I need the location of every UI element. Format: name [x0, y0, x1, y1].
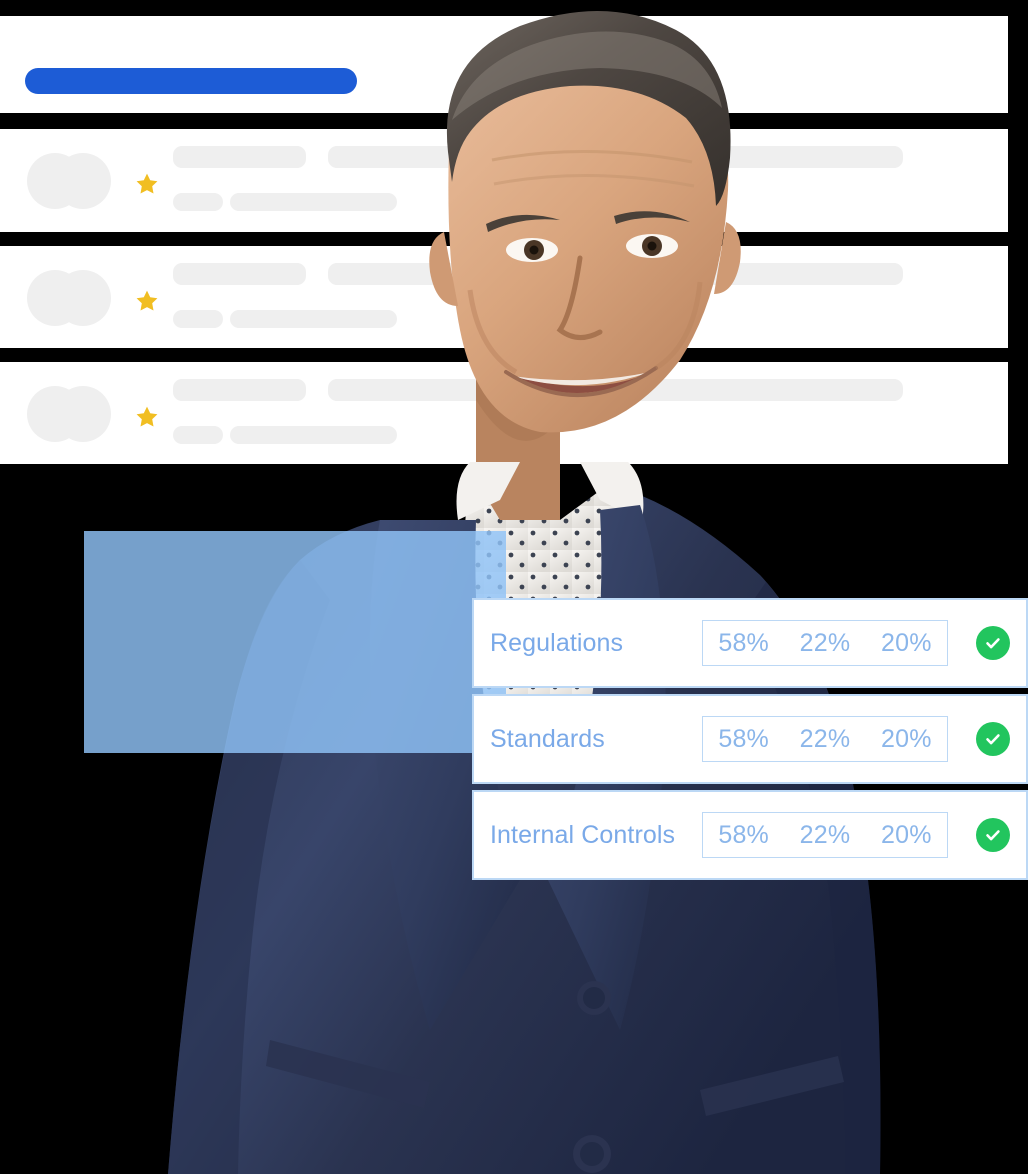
skeleton-row-inner: [0, 129, 1008, 232]
metric-value: 20%: [881, 628, 932, 657]
skeleton-line: [328, 146, 903, 168]
avatar-circle: [55, 386, 111, 442]
skeleton-line: [173, 263, 306, 285]
metric-values-box: 58% 22% 20%: [702, 812, 948, 858]
metric-value: 22%: [799, 628, 851, 657]
metric-label: Standards: [490, 724, 605, 753]
metric-card-standards[interactable]: Standards 58% 22% 20%: [472, 694, 1028, 784]
metric-value: 58%: [718, 820, 769, 849]
metric-value: 58%: [718, 724, 769, 753]
blue-pill-bar: [25, 68, 357, 94]
skeleton-line: [328, 263, 903, 285]
illustration-stage: Regulations 58% 22% 20% Standards 58% 22…: [0, 0, 1028, 1174]
metric-card-regulations[interactable]: Regulations 58% 22% 20%: [472, 598, 1028, 688]
skeleton-row-inner: [0, 362, 1008, 464]
metric-card-internal-controls[interactable]: Internal Controls 58% 22% 20%: [472, 790, 1028, 880]
skeleton-line: [173, 193, 223, 211]
skeleton-line: [230, 310, 397, 328]
star-icon: [135, 289, 159, 313]
avatar-circle: [55, 270, 111, 326]
skeleton-line: [328, 379, 903, 401]
blue-accent-rectangle: [84, 531, 506, 753]
skeleton-line: [173, 426, 223, 444]
skeleton-line: [173, 310, 223, 328]
skeleton-list-row[interactable]: [0, 129, 1008, 232]
skeleton-row-inner: [0, 246, 1008, 348]
metric-value: 22%: [799, 820, 851, 849]
avatar-group: [27, 153, 127, 209]
star-icon: [135, 172, 159, 196]
check-circle-icon: [976, 626, 1010, 660]
avatar-group: [27, 270, 127, 326]
metric-value: 22%: [799, 724, 851, 753]
metric-values-box: 58% 22% 20%: [702, 716, 948, 762]
metric-label: Regulations: [490, 628, 624, 657]
skeleton-line: [230, 193, 397, 211]
metric-value: 20%: [881, 724, 932, 753]
avatar-circle: [55, 153, 111, 209]
metric-value: 20%: [881, 820, 932, 849]
skeleton-list-row[interactable]: [0, 362, 1008, 464]
metric-label: Internal Controls: [490, 820, 676, 849]
skeleton-list-row[interactable]: [0, 246, 1008, 348]
skeleton-line: [230, 426, 397, 444]
skeleton-header-card: [0, 16, 1008, 113]
skeleton-line: [173, 379, 306, 401]
skeleton-line: [173, 146, 306, 168]
star-icon: [135, 405, 159, 429]
avatar-group: [27, 386, 127, 442]
check-circle-icon: [976, 818, 1010, 852]
metric-value: 58%: [718, 628, 769, 657]
check-circle-icon: [976, 722, 1010, 756]
metric-values-box: 58% 22% 20%: [702, 620, 948, 666]
